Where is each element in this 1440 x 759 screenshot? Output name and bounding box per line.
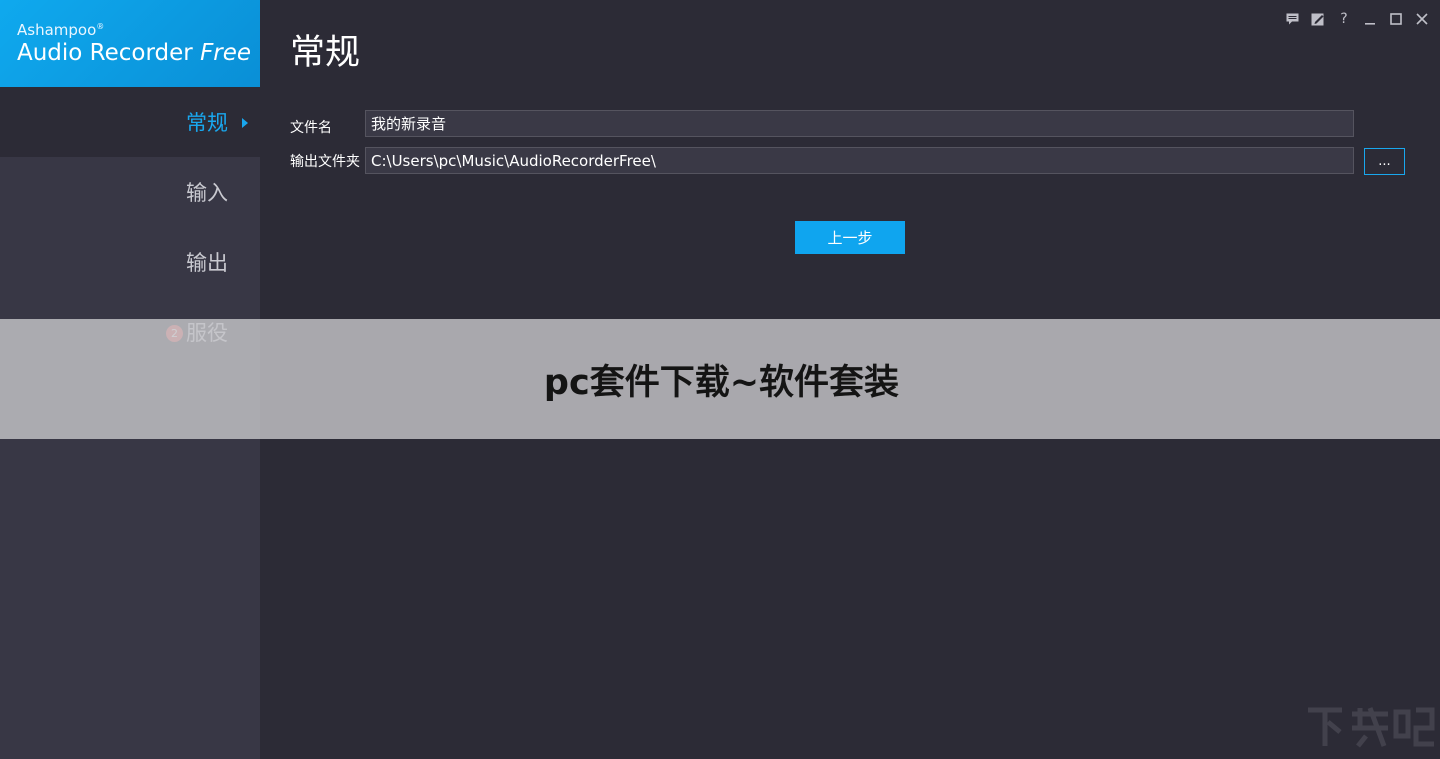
window-controls: ? xyxy=(1284,10,1430,28)
sidebar-item-label: 常规 xyxy=(186,111,228,135)
page-title: 常规 xyxy=(290,33,361,73)
sidebar-item-input[interactable]: 输入 xyxy=(0,157,260,227)
filename-field[interactable] xyxy=(365,110,1354,137)
minimize-icon[interactable] xyxy=(1362,10,1378,28)
sidebar-item-output[interactable]: 输出 xyxy=(0,227,260,297)
logo-brand: Ashampoo® xyxy=(17,21,105,39)
close-icon[interactable] xyxy=(1414,10,1430,28)
browse-button[interactable]: ... xyxy=(1364,148,1405,175)
back-button[interactable]: 上一步 xyxy=(795,221,905,254)
output-folder-label: 输出文件夹 xyxy=(290,154,360,170)
chevron-right-icon xyxy=(242,118,248,128)
output-folder-field[interactable] xyxy=(365,147,1354,174)
chat-icon[interactable] xyxy=(1284,10,1300,28)
maximize-icon[interactable] xyxy=(1388,10,1404,28)
sidebar-item-general[interactable]: 常规 xyxy=(0,87,260,157)
sidebar-item-label: 输出 xyxy=(186,251,228,275)
overlay-banner: pc套件下载~软件套装 xyxy=(0,319,1440,439)
filename-label: 文件名 xyxy=(290,120,332,136)
edit-icon[interactable] xyxy=(1310,10,1326,28)
logo-product: Audio Recorder Free xyxy=(17,40,252,66)
sidebar-item-label: 输入 xyxy=(186,181,228,205)
watermark-logo xyxy=(1308,707,1435,748)
banner-text: pc套件下载~软件套装 xyxy=(543,362,900,403)
help-icon[interactable]: ? xyxy=(1336,10,1352,28)
app-logo: Ashampoo® Audio Recorder Free xyxy=(0,0,260,87)
